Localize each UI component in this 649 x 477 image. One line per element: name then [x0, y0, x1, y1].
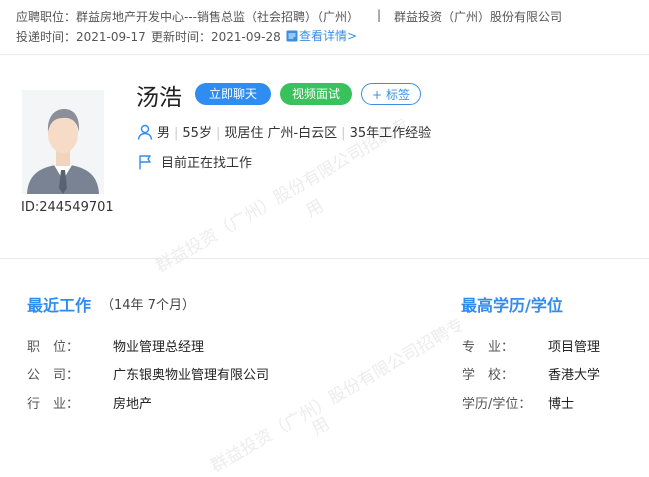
job-status: 目前正在找工作	[137, 152, 252, 171]
education-label: 学历/学位：	[462, 397, 532, 412]
updated-date: 2021-09-28	[211, 30, 281, 44]
divider-bar: |	[174, 126, 179, 141]
plus-icon: +	[372, 88, 383, 102]
watermark-text: 群益投资（广州）股份有限公司招聘专	[207, 314, 468, 477]
divider-bar: |	[215, 126, 221, 141]
location: 现居住 广州-白云区	[224, 126, 338, 141]
job-line: 应聘职位：群益房地产开发中心---销售总监（社会招聘）（广州）	[16, 8, 359, 25]
view-details-link[interactable]: 查看详情>	[286, 27, 357, 44]
person-icon	[137, 124, 157, 141]
work-value: 房地产	[113, 397, 153, 412]
avatar	[22, 90, 104, 194]
work-label: 行 业：	[27, 397, 80, 412]
section-divider	[0, 258, 649, 259]
candidate-name: 汤浩	[136, 85, 182, 111]
watermark-text: 用	[308, 413, 334, 440]
work-label: 公 司：	[27, 368, 80, 383]
updated-time: 更新时间：2021-09-28	[151, 28, 281, 45]
recent-work-duration: （14年 7个月）	[101, 298, 195, 313]
divider-bar: |	[341, 126, 346, 141]
view-details-label: 查看详情>	[299, 29, 358, 43]
position-title: 群益房地产开发中心---销售总监（社会招聘）（广州）	[76, 10, 360, 24]
work-label: 职 位：	[27, 340, 80, 355]
age: 55岁	[182, 126, 212, 141]
application-header: 应聘职位：群益房地产开发中心---销售总监（社会招聘）（广州） | 群益投资（广…	[0, 0, 649, 55]
position-label: 应聘职位：	[16, 10, 77, 24]
chat-button[interactable]: 立即聊天	[195, 83, 271, 105]
gender: 男	[157, 126, 171, 141]
header-separator: |	[377, 8, 382, 22]
recent-work-title: 最近工作	[27, 296, 92, 315]
video-interview-button[interactable]: 视频面试	[280, 83, 352, 105]
education-value: 博士	[548, 397, 575, 412]
status-text: 目前正在找工作	[161, 156, 253, 171]
tag-label: 标签	[385, 88, 410, 102]
experience: 35年工作经验	[349, 126, 432, 141]
watermark-text: 用	[302, 195, 328, 222]
company-name: 群益投资（广州）股份有限公司	[394, 10, 563, 24]
education-value: 香港大学	[548, 368, 601, 383]
flag-icon	[137, 155, 161, 171]
work-value: 广东银奥物业管理有限公司	[113, 368, 270, 383]
applied-time: 投递时间：2021-09-17	[16, 28, 146, 45]
detail-icon	[286, 29, 299, 43]
education-label: 学 校：	[462, 368, 515, 383]
education-title: 最高学历/学位	[461, 296, 563, 315]
updated-label: 更新时间：	[151, 30, 212, 44]
candidate-id: ID:244549701	[21, 200, 114, 215]
add-tag-button[interactable]: + 标签	[361, 83, 421, 105]
education-label: 专 业：	[462, 340, 515, 355]
basic-info: 男 | 55岁 | 现居住 广州-白云区 | 35年工作经验	[137, 122, 431, 141]
work-value: 物业管理总经理	[113, 340, 205, 355]
applied-label: 投递时间：	[16, 30, 77, 44]
education-value: 项目管理	[548, 340, 601, 355]
applied-date: 2021-09-17	[76, 30, 146, 44]
